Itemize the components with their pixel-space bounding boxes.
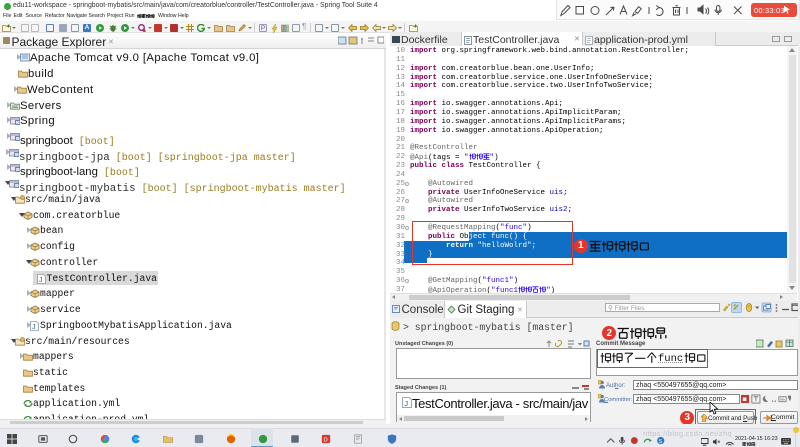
svg-text:D: D — [324, 437, 328, 443]
svg-text:J: J — [32, 324, 36, 331]
svg-text:S: S — [658, 439, 662, 445]
svg-text:J: J — [404, 398, 408, 407]
svg-text:■: ■ — [742, 395, 746, 404]
svg-text:J: J — [39, 277, 43, 284]
